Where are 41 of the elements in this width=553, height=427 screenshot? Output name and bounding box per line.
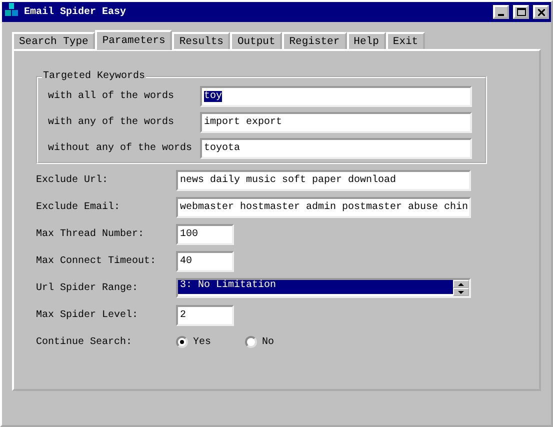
field-label: Exclude Url: xyxy=(36,174,110,186)
tab[interactable]: Parameters xyxy=(95,30,172,50)
input-field[interactable]: toyota xyxy=(200,138,472,158)
radio-option[interactable]: Yes xyxy=(176,336,212,348)
tab[interactable]: Exit xyxy=(386,32,426,49)
tab[interactable]: Output xyxy=(230,32,282,49)
input-field[interactable]: 100 xyxy=(176,224,234,244)
list-box[interactable]: 3: No Limitation xyxy=(176,278,471,298)
field-label: Max Spider Level: xyxy=(36,310,140,320)
window-title: Email Spider Easy xyxy=(24,6,128,18)
field-label: Url Spider Range: xyxy=(36,282,140,294)
maximize-icon xyxy=(516,8,526,16)
field-label: Max Connect Timeout: xyxy=(36,256,158,266)
field-label: Exclude Email: xyxy=(36,202,122,212)
input-field[interactable]: news daily music soft paper download xyxy=(176,170,471,190)
field-label: Continue Search: xyxy=(36,336,134,348)
minimize-button[interactable] xyxy=(493,5,509,19)
tab[interactable]: Search Type xyxy=(12,32,96,49)
group-title: Targeted Keywords xyxy=(42,71,146,82)
input-field[interactable]: 2 xyxy=(176,304,234,326)
field-label: Max Thread Number: xyxy=(36,228,146,240)
down-arrow-icon xyxy=(458,290,464,294)
tab[interactable]: Results xyxy=(172,32,230,49)
up-arrow-icon xyxy=(458,282,464,286)
close-icon xyxy=(538,8,544,16)
minimize-icon xyxy=(498,14,504,16)
field-label: with any of the words xyxy=(48,116,176,128)
field-label: with all of the words xyxy=(48,90,176,102)
radio-option[interactable]: No xyxy=(245,336,274,348)
list-item[interactable]: 3: No Limitation xyxy=(178,280,453,294)
field-label: without any of the words xyxy=(48,142,194,154)
input-field[interactable]: import export xyxy=(200,112,472,132)
scroll-down-button[interactable] xyxy=(453,288,469,296)
input-field[interactable]: 40 xyxy=(176,250,234,272)
input-field[interactable]: toy xyxy=(200,86,472,106)
maximize-button[interactable] xyxy=(513,5,529,19)
tab[interactable]: Register xyxy=(282,32,347,49)
tab[interactable]: Help xyxy=(346,32,386,49)
scroll-up-button[interactable] xyxy=(453,280,469,288)
input-field[interactable]: webmaster hostmaster admin postmaster abuse chin xyxy=(176,196,471,218)
close-button[interactable] xyxy=(533,5,549,19)
